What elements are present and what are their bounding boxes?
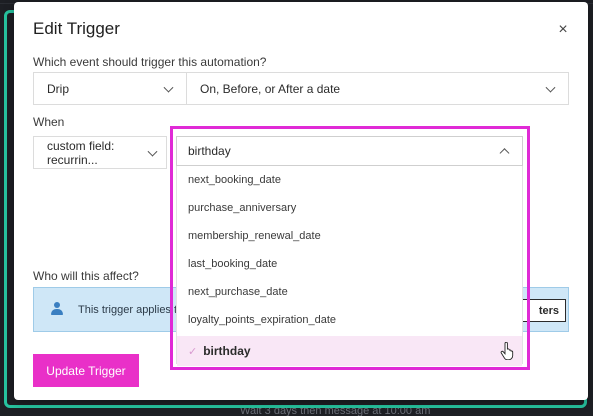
affect-label: Who will this affect? (33, 269, 139, 283)
hand-pointer-icon (500, 342, 514, 360)
option-next-purchase-date[interactable]: next_purchase_date (177, 278, 522, 306)
audience-info-text: This trigger applies to (78, 304, 184, 316)
date-field-options-list: next_booking_date purchase_anniversary m… (176, 166, 523, 366)
when-label: When (33, 115, 65, 129)
close-icon[interactable]: × (555, 22, 571, 38)
option-next-booking-date[interactable]: next_booking_date (177, 166, 522, 194)
chevron-down-icon (545, 82, 556, 93)
option-membership-renewal-date[interactable]: membership_renewal_date (177, 222, 522, 250)
event-question-label: Which event should trigger this automati… (33, 55, 267, 69)
check-icon: ✓ (188, 345, 198, 358)
event-type-select[interactable]: Drip (33, 72, 187, 105)
person-icon (51, 302, 63, 316)
option-last-booking-date[interactable]: last_booking_date (177, 250, 522, 278)
option-loyalty-points-expiration-date[interactable]: loyalty_points_expiration_date (177, 306, 522, 334)
chevron-down-icon (163, 82, 174, 93)
option-birthday-selected[interactable]: ✓ birthday (177, 336, 522, 366)
event-type-value: Drip (47, 81, 70, 96)
selected-option-label: birthday (203, 344, 251, 358)
date-field-select[interactable]: birthday (176, 136, 523, 166)
modal-title: Edit Trigger (33, 19, 120, 38)
update-trigger-button[interactable]: Update Trigger (33, 354, 139, 387)
option-purchase-anniversary[interactable]: purchase_anniversary (177, 194, 522, 222)
event-timing-value: On, Before, or After a date (200, 81, 341, 96)
event-timing-select[interactable]: On, Before, or After a date (186, 72, 569, 105)
chevron-up-icon (499, 148, 510, 159)
custom-field-select[interactable]: custom field: recurrin... (33, 136, 167, 169)
date-field-value: birthday (188, 144, 231, 158)
